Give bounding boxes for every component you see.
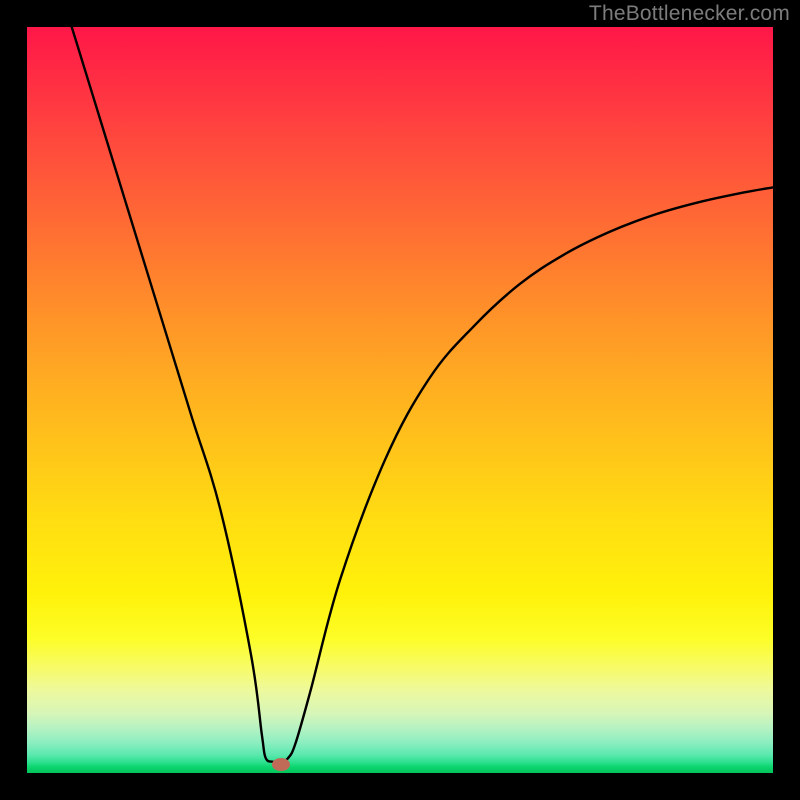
optimal-point-marker	[272, 758, 290, 771]
plot-area	[27, 27, 773, 773]
watermark-text: TheBottlenecker.com	[589, 2, 790, 26]
bottleneck-curve	[27, 27, 773, 773]
chart-frame: TheBottlenecker.com	[0, 0, 800, 800]
